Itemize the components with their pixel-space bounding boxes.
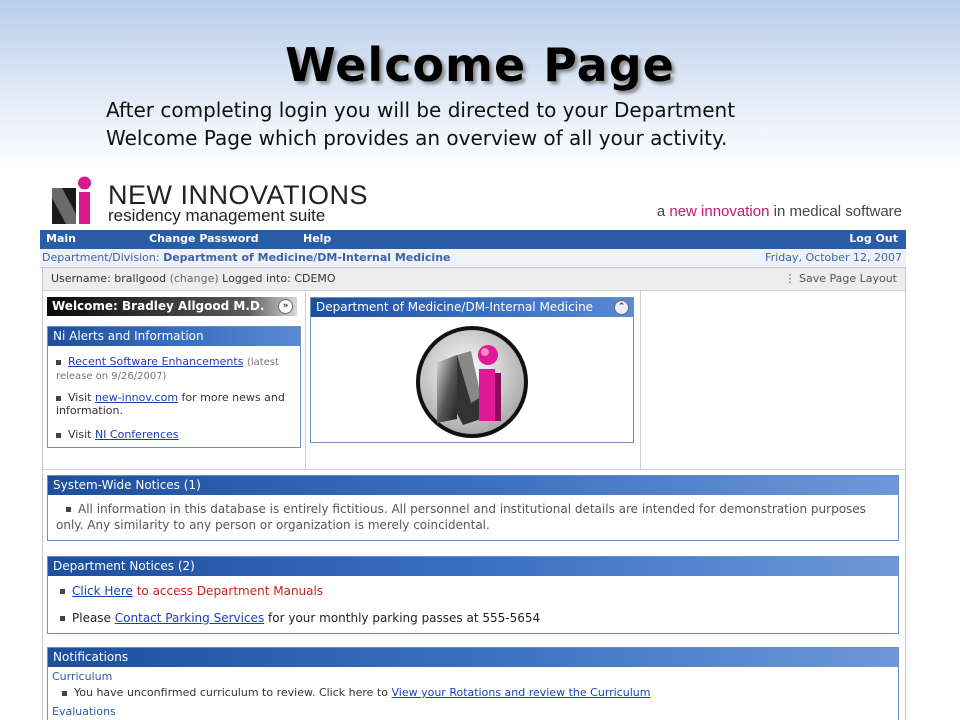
system-notices-panel: System-Wide Notices (1) All information … [47, 475, 899, 541]
alert-item-conferences: Visit NI Conferences [56, 428, 286, 441]
slide-title: Welcome Page [285, 38, 675, 92]
brand-subtitle: residency management suite [108, 206, 326, 225]
bullet-icon [60, 616, 65, 621]
notifications-header: Notifications [48, 648, 898, 667]
ni-conferences-link[interactable]: NI Conferences [95, 428, 179, 441]
collapse-chevron-icon[interactable]: » [278, 299, 293, 314]
nav-help[interactable]: Help [303, 232, 331, 245]
bullet-icon [56, 432, 61, 438]
left-column: Welcome: Bradley Allgood M.D. » Ni Alert… [43, 291, 306, 469]
contact-parking-link[interactable]: Contact Parking Services [115, 611, 264, 625]
nav-change-password[interactable]: Change Password [149, 232, 259, 245]
middle-column: Department of Medicine/DM-Internal Medic… [306, 291, 641, 469]
notice-manuals: Click Here to access Department Manuals [60, 584, 323, 598]
ni-alerts-header: Ni Alerts and Information [48, 327, 300, 346]
username: brallgood [114, 272, 167, 285]
recent-enhancements-link[interactable]: Recent Software Enhancements [68, 355, 243, 368]
grip-icon: ⋮ [784, 272, 796, 285]
department-value: Department of Medicine/DM-Internal Medic… [163, 251, 451, 264]
alert-item-enhancements: Recent Software Enhancements (latest rel… [56, 355, 286, 383]
view-rotations-link[interactable]: View your Rotations and review the Curri… [391, 686, 650, 699]
bullet-icon [56, 359, 61, 365]
nav-main[interactable]: Main [46, 232, 76, 245]
notice-parking: Please Contact Parking Services for your… [60, 611, 540, 625]
department-notices-header: Department Notices (2) [48, 557, 898, 576]
department-notices-panel: Department Notices (2) Click Here to acc… [47, 556, 899, 634]
nav-logout[interactable]: Log Out [849, 232, 898, 245]
divider [43, 469, 905, 470]
ni-emblem-icon [416, 326, 528, 438]
bullet-icon [56, 395, 61, 401]
user-bar: Username: brallgood (change) Logged into… [43, 268, 905, 291]
curriculum-heading: Curriculum [52, 670, 113, 683]
current-date: Friday, October 12, 2007 [765, 251, 902, 264]
bullet-icon [66, 507, 71, 512]
ni-alerts-panel: Ni Alerts and Information Recent Softwar… [47, 326, 301, 448]
notifications-panel: Notifications Curriculum You have unconf… [47, 647, 899, 720]
evaluations-heading: Evaluations [52, 705, 116, 718]
right-column [641, 291, 904, 469]
welcome-title: Welcome: Bradley Allgood M.D. [52, 299, 265, 313]
save-page-layout-button[interactable]: ⋮ Save Page Layout [784, 272, 897, 285]
bullet-icon [62, 690, 67, 696]
app-screenshot: NEW INNOVATIONS residency management sui… [40, 170, 906, 720]
new-innov-link[interactable]: new-innov.com [95, 391, 178, 404]
curriculum-notice: You have unconfirmed curriculum to revie… [62, 686, 650, 699]
username-label: Username: [51, 272, 111, 285]
alert-item-website: Visit new-innov.com for more news and in… [56, 391, 285, 417]
system-notice-text: All information in this database is enti… [56, 502, 866, 532]
change-user-link[interactable]: (change) [170, 272, 219, 285]
department-bar: Department/Division: Department of Medic… [40, 249, 906, 268]
system-notices-header: System-Wide Notices (1) [48, 476, 898, 495]
click-here-link[interactable]: Click Here [72, 584, 133, 598]
logged-into-label: Logged into: [222, 272, 291, 285]
slide-description: After completing login you will be direc… [106, 98, 736, 150]
department-panel: Department of Medicine/DM-Internal Medic… [310, 297, 634, 443]
collapse-up-icon[interactable]: ⌃ [614, 300, 629, 315]
database-name: CDEMO [294, 272, 336, 285]
welcome-panel-header: Welcome: Bradley Allgood M.D. » [47, 297, 297, 316]
tagline-highlight: new innovation [669, 203, 770, 220]
department-panel-header: Department of Medicine/DM-Internal Medic… [311, 298, 633, 317]
brand-tagline: a new innovation in medical software [656, 203, 902, 220]
main-content: Username: brallgood (change) Logged into… [42, 267, 906, 720]
bullet-icon [60, 589, 65, 594]
top-nav-bar: Main Change Password Help Log Out [40, 230, 906, 249]
ni-logo-icon [52, 176, 91, 224]
department-label: Department/Division: [42, 251, 160, 264]
